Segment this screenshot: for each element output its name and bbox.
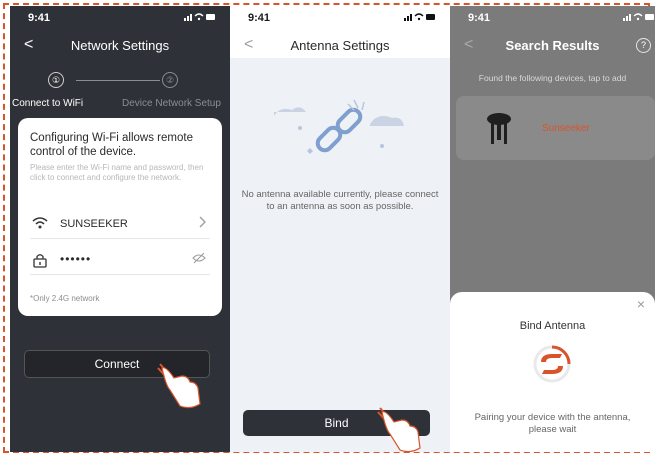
- status-time: 9:41: [468, 12, 491, 24]
- chevron-right-icon[interactable]: [198, 216, 206, 231]
- found-devices-text: Found the following devices, tap to add: [478, 73, 627, 83]
- eye-hidden-icon[interactable]: [192, 252, 206, 267]
- wifi-icon: [32, 216, 48, 233]
- step-1-label: Connect to WiFi: [12, 98, 84, 109]
- card-subtext: Please enter the Wi-Fi name and password…: [30, 163, 204, 182]
- help-icon[interactable]: ?: [636, 38, 651, 53]
- nav-bar: < Network Settings: [10, 30, 230, 58]
- network-settings-screen: 9:41 < Network Settings ① ② Connect to W…: [10, 6, 230, 452]
- status-icons: [404, 12, 436, 23]
- card-heading: Configuring Wi-Fi allows remote control …: [30, 132, 193, 158]
- tap-hand-icon: [377, 407, 421, 452]
- wifi-config-card: Configuring Wi-Fi allows remote control …: [18, 118, 222, 316]
- tap-hand-icon: [157, 363, 201, 409]
- antenna-settings-screen: 9:41 < Antenna Settings No antenna avail…: [230, 6, 450, 452]
- signal-wifi-battery-icon: [404, 13, 435, 21]
- step-2-circle: ②: [162, 72, 178, 88]
- signal-wifi-battery-icon: [623, 13, 654, 21]
- wifi-name-value: SUNSEEKER: [60, 218, 128, 230]
- sheet-title: Bind Antenna: [519, 320, 586, 332]
- step-connector: [76, 80, 160, 81]
- bind-antenna-sheet: × Bind Antenna Pairing your device with …: [450, 292, 655, 452]
- password-value: ••••••: [60, 252, 92, 266]
- status-bar: 9:41: [10, 6, 230, 28]
- lock-icon: [32, 252, 48, 271]
- wifi-name-field[interactable]: SUNSEEKER: [30, 212, 210, 239]
- signal-wifi-battery-icon: [184, 13, 215, 21]
- page-title: Antenna Settings: [290, 38, 390, 53]
- nav-bar: < Search Results ?: [450, 30, 655, 58]
- device-card[interactable]: Sunseeker: [456, 96, 655, 160]
- step-1-circle: ①: [48, 72, 64, 88]
- broken-link-illustration: [274, 99, 404, 154]
- pairing-message: Pairing your device with the antenna, pl…: [474, 412, 631, 435]
- sunseeker-logo-spinner: [533, 345, 571, 383]
- close-icon[interactable]: ×: [637, 296, 645, 312]
- step-2-label: Device Network Setup: [122, 98, 221, 109]
- stepper: ① ② Connect to WiFi Device Network Setup: [10, 72, 230, 112]
- empty-state-message: No antenna available currently, please c…: [241, 189, 439, 212]
- page-title: Search Results: [505, 38, 600, 53]
- status-icons: [184, 12, 216, 23]
- page-title: Network Settings: [70, 38, 170, 53]
- device-name: Sunseeker: [542, 123, 590, 134]
- status-time: 9:41: [28, 12, 51, 24]
- nav-bar: < Antenna Settings: [230, 30, 450, 58]
- network-note: *Only 2.4G network: [30, 294, 100, 303]
- status-bar: 9:41: [450, 6, 655, 28]
- password-field[interactable]: ••••••: [30, 248, 210, 275]
- search-results-screen: 9:41 < Search Results ? Found the follow…: [450, 6, 655, 452]
- status-bar: 9:41: [230, 6, 450, 28]
- status-time: 9:41: [248, 12, 271, 24]
- antenna-device-icon: [487, 113, 511, 144]
- status-icons: [623, 12, 655, 23]
